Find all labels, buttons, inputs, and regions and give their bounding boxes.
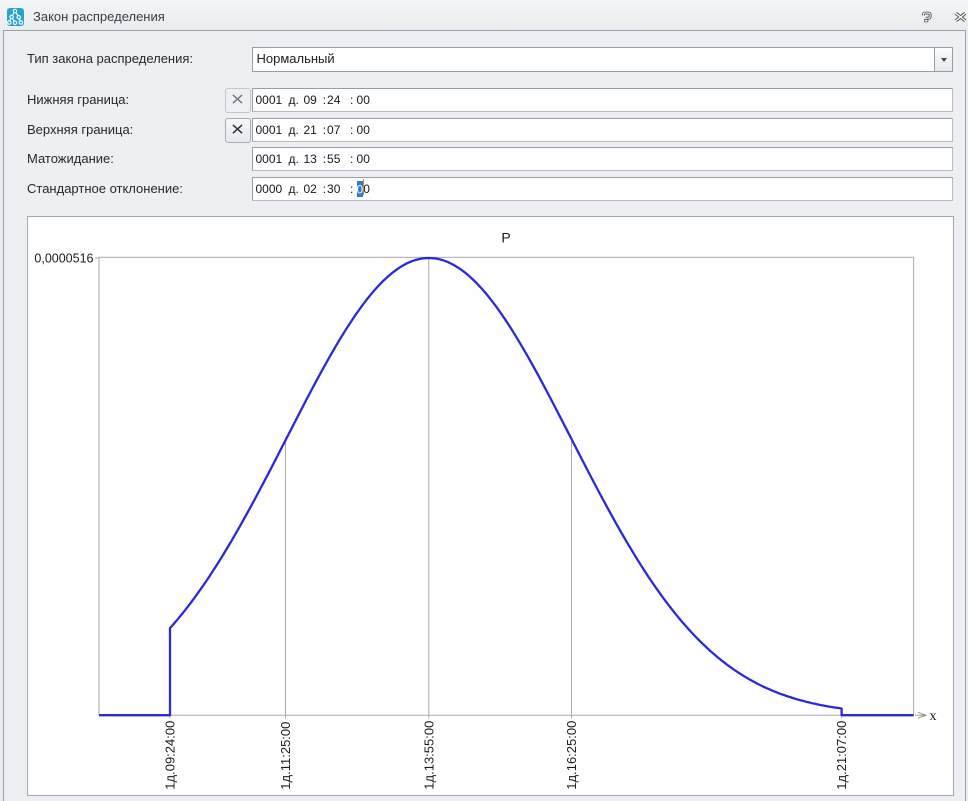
svg-text:x: x: [930, 709, 937, 724]
svg-text:1д.16:25:00: 1д.16:25:00: [564, 721, 579, 790]
svg-text:1д.11:25:00: 1д.11:25:00: [278, 722, 293, 790]
svg-text:1д.09:24:00: 1д.09:24:00: [163, 721, 178, 790]
svg-text:P: P: [501, 230, 510, 246]
svg-text:1д.21:07:00: 1д.21:07:00: [834, 721, 849, 790]
svg-text:1д.13:55:00: 1д.13:55:00: [421, 721, 436, 790]
svg-text:0,0000516: 0,0000516: [34, 252, 93, 266]
